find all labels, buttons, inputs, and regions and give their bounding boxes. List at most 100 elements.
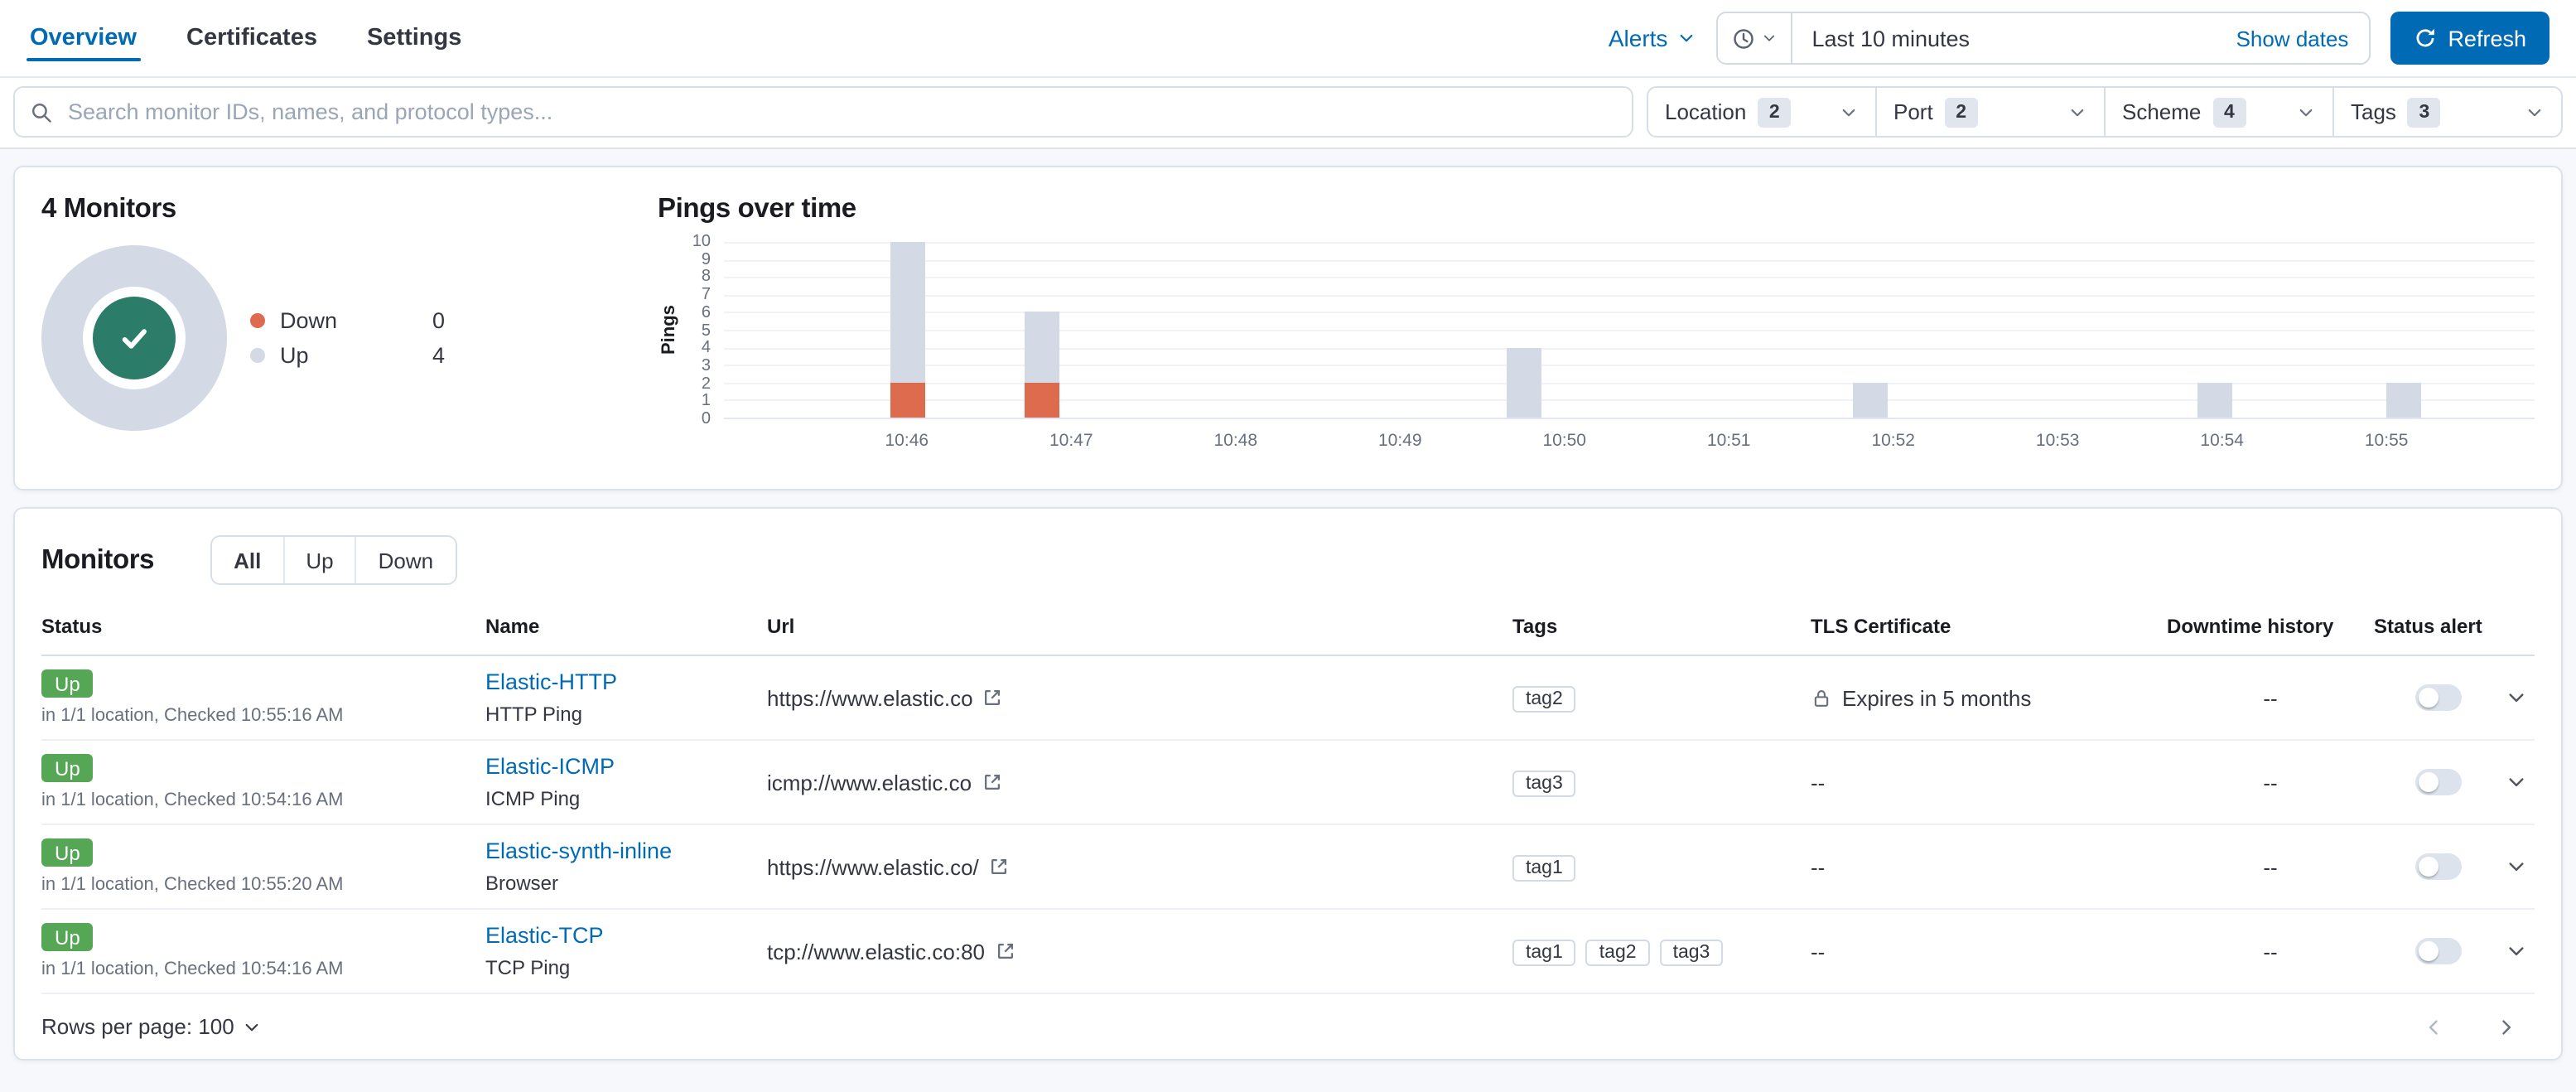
url-cell: https://www.elastic.co bbox=[767, 685, 1512, 710]
status-badge: Up bbox=[41, 754, 94, 782]
downtime-cell: -- bbox=[2167, 939, 2374, 964]
alerts-dropdown[interactable]: Alerts bbox=[1609, 25, 1696, 51]
alerts-label: Alerts bbox=[1608, 25, 1668, 51]
status-detail: in 1/1 location, Checked 10:54:16 AM bbox=[41, 790, 344, 810]
status-filter-group: All Up Down bbox=[210, 535, 457, 585]
filter-location[interactable]: Location 2 bbox=[1647, 86, 1877, 138]
downtime-cell: -- bbox=[2167, 685, 2374, 710]
gridline bbox=[724, 330, 2535, 331]
legend-label: Down bbox=[280, 308, 338, 333]
chevron-left-icon bbox=[2422, 1015, 2445, 1038]
previous-page-button[interactable] bbox=[2422, 1015, 2445, 1038]
quick-select-caret-icon bbox=[1760, 30, 1777, 46]
view-down-button[interactable]: Down bbox=[356, 537, 456, 583]
monitors-count-title: 4 Monitors bbox=[41, 194, 176, 224]
time-range-button[interactable]: Last 10 minutes Show dates bbox=[1792, 13, 2368, 63]
status-alert-toggle[interactable] bbox=[2415, 769, 2462, 795]
legend-value: 0 bbox=[432, 308, 446, 333]
url-cell: https://www.elastic.co/ bbox=[767, 854, 1512, 879]
tag-badge[interactable]: tag2 bbox=[1512, 685, 1576, 712]
view-all-button[interactable]: All bbox=[212, 537, 285, 583]
monitor-name-link[interactable]: Elastic-ICMP bbox=[485, 754, 615, 779]
gridline bbox=[724, 312, 2535, 314]
monitor-url-link[interactable]: icmp://www.elastic.co bbox=[767, 770, 972, 795]
tab-settings[interactable]: Settings bbox=[364, 0, 465, 76]
column-header-status: Status bbox=[41, 615, 103, 638]
rows-per-page-button[interactable]: Rows per page: 100 bbox=[41, 1014, 263, 1039]
expand-row-button[interactable] bbox=[2505, 686, 2528, 709]
status-alert-toggle[interactable] bbox=[2415, 684, 2462, 711]
monitor-url-link[interactable]: https://www.elastic.co/ bbox=[767, 854, 979, 879]
status-alert-toggle[interactable] bbox=[2415, 853, 2462, 880]
filter-label: Location bbox=[1665, 99, 1747, 124]
tags-cell: tag1 tag2 tag3 bbox=[1512, 937, 1811, 965]
tab-overview[interactable]: Overview bbox=[27, 0, 140, 76]
x-tick-label: 10:51 bbox=[1706, 431, 1751, 451]
refresh-label: Refresh bbox=[2448, 26, 2526, 51]
legend-label: Up bbox=[280, 343, 309, 368]
expand-row-button[interactable] bbox=[2505, 855, 2528, 878]
tag-badge[interactable]: tag1 bbox=[1512, 939, 1576, 965]
y-tick-label: 2 bbox=[701, 374, 711, 394]
status-detail: in 1/1 location, Checked 10:54:16 AM bbox=[41, 959, 344, 979]
clock-icon bbox=[1730, 26, 1755, 51]
search-icon bbox=[30, 100, 53, 123]
filter-count-badge: 2 bbox=[1758, 97, 1792, 127]
filter-group: Location 2 Port 2 Scheme 4 Tags 3 bbox=[1647, 86, 2563, 138]
filter-tags[interactable]: Tags 3 bbox=[2332, 86, 2563, 138]
time-quick-select-button[interactable] bbox=[1717, 13, 1792, 63]
monitor-url-link[interactable]: https://www.elastic.co bbox=[767, 685, 973, 710]
chevron-right-icon bbox=[2495, 1015, 2518, 1038]
monitor-type: HTTP Ping bbox=[485, 703, 582, 726]
tag-badge[interactable]: tag3 bbox=[1512, 770, 1576, 796]
bar-up-segment bbox=[1852, 382, 1888, 418]
refresh-button[interactable]: Refresh bbox=[2390, 12, 2549, 65]
tag-badge[interactable]: tag3 bbox=[1659, 939, 1724, 965]
tls-status: -- bbox=[1811, 854, 1826, 879]
tag-badge[interactable]: tag1 bbox=[1512, 854, 1576, 881]
status-alert-cell bbox=[2374, 853, 2503, 880]
status-cell: Up in 1/1 location, Checked 10:55:20 AM bbox=[41, 838, 485, 895]
monitor-name-link[interactable]: Elastic-synth-inline bbox=[485, 838, 672, 863]
tls-cell: -- bbox=[1811, 939, 2167, 964]
y-tick-label: 3 bbox=[701, 356, 711, 375]
status-badge: Up bbox=[41, 669, 94, 698]
chart-bar bbox=[1025, 312, 1060, 418]
view-up-button[interactable]: Up bbox=[284, 537, 357, 583]
name-cell: Elastic-HTTP HTTP Ping bbox=[485, 669, 767, 726]
monitor-url-link[interactable]: tcp://www.elastic.co:80 bbox=[767, 939, 985, 964]
monitor-type: ICMP Ping bbox=[485, 787, 581, 810]
status-detail: in 1/1 location, Checked 10:55:16 AM bbox=[41, 706, 344, 726]
expand-cell bbox=[2503, 940, 2535, 963]
status-detail: in 1/1 location, Checked 10:55:20 AM bbox=[41, 875, 344, 895]
search-input[interactable] bbox=[13, 86, 1633, 138]
bar-up-segment bbox=[1507, 347, 1542, 418]
tab-certificates[interactable]: Certificates bbox=[183, 0, 321, 76]
filter-count-badge: 4 bbox=[2212, 97, 2246, 127]
alerts-caret-icon bbox=[1676, 28, 1696, 48]
bar-up-segment bbox=[2197, 382, 2232, 418]
tls-cell: -- bbox=[1811, 770, 2167, 795]
tag-badge[interactable]: tag2 bbox=[1585, 939, 1650, 965]
chevron-down-icon bbox=[2505, 940, 2528, 963]
show-dates-link[interactable]: Show dates bbox=[2236, 26, 2349, 51]
tls-status: -- bbox=[1811, 770, 1826, 795]
expand-row-button[interactable] bbox=[2505, 771, 2528, 794]
overview-panel: 4 Monitors Down 0 Up 4 Pings over time Ping… bbox=[13, 166, 2563, 490]
downtime-cell: -- bbox=[2167, 854, 2374, 879]
top-navigation: Overview Certificates Settings Alerts Last… bbox=[0, 0, 2576, 78]
monitor-name-link[interactable]: Elastic-HTTP bbox=[485, 669, 617, 694]
url-cell: icmp://www.elastic.co bbox=[767, 770, 1512, 795]
next-page-button[interactable] bbox=[2495, 1015, 2518, 1038]
status-alert-toggle[interactable] bbox=[2415, 938, 2462, 964]
tags-cell: tag1 bbox=[1512, 853, 1811, 881]
filter-port[interactable]: Port 2 bbox=[1875, 86, 2106, 138]
expand-row-button[interactable] bbox=[2505, 940, 2528, 963]
status-badge: Up bbox=[41, 923, 94, 951]
legend-item: Down 0 bbox=[250, 308, 445, 333]
monitor-name-link[interactable]: Elastic-TCP bbox=[485, 923, 604, 948]
legend-dot bbox=[250, 348, 265, 363]
filter-scheme[interactable]: Scheme 4 bbox=[2104, 86, 2334, 138]
gridline bbox=[724, 242, 2535, 244]
monitors-summary: 4 Monitors Down 0 Up 4 bbox=[41, 194, 634, 462]
